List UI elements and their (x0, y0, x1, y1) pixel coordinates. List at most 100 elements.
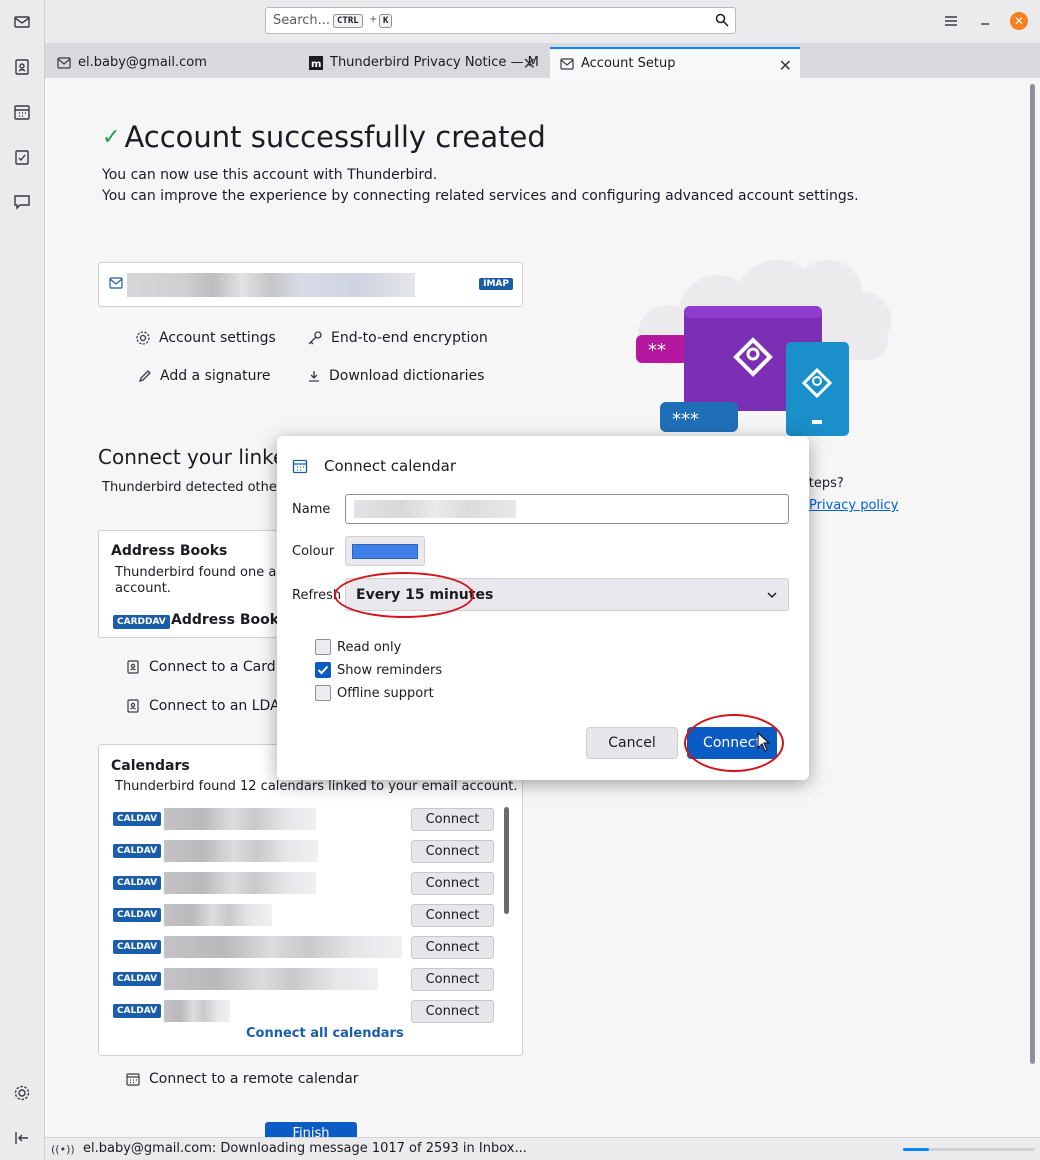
colour-picker-button[interactable] (345, 536, 425, 566)
redacted-calendar-name (164, 808, 316, 830)
connect-remote-calendar-label: Connect to a remote calendar (149, 1071, 359, 1087)
connect-calendar-button[interactable]: Connect (411, 936, 494, 959)
connect-carddav-link[interactable]: Connect to a CardD (126, 659, 286, 675)
redacted-calendar-name (164, 968, 378, 990)
address-book-icon (15, 59, 29, 75)
connect-ldap-link[interactable]: Connect to an LDAP (126, 698, 288, 714)
calendar-icon (292, 458, 308, 478)
chat-space-button[interactable] (11, 191, 33, 213)
caldav-badge: CALDAV (113, 1004, 162, 1018)
calendar-list-scrollbar[interactable] (504, 807, 509, 914)
show-reminders-label: Show reminders (337, 662, 443, 678)
redacted-calendar-name (164, 936, 402, 958)
minimize-icon (981, 23, 989, 25)
redacted-account-name (127, 273, 415, 297)
download-icon (307, 369, 321, 383)
dialog-title: Connect calendar (324, 457, 457, 475)
tab-privacy-notice[interactable]: m Thunderbird Privacy Notice — M ✕ (299, 47, 544, 78)
caldav-badge: CALDAV (113, 908, 162, 922)
success-message: You can now use this account with Thunde… (102, 167, 438, 183)
address-books-text-2: account. (115, 581, 171, 596)
mail-space-button[interactable] (11, 11, 33, 33)
connect-calendar-button[interactable]: Connect (411, 1000, 494, 1023)
chat-icon (14, 195, 30, 210)
close-window-button[interactable]: ✕ (1010, 12, 1028, 30)
account-settings-link[interactable]: Account settings (135, 330, 276, 346)
close-tab-icon[interactable]: ✕ (523, 54, 536, 73)
tasks-space-button[interactable] (11, 146, 33, 168)
tab-label: el.baby@gmail.com (78, 55, 207, 70)
global-search-box[interactable]: Search... CTRL + K (265, 7, 736, 34)
redacted-calendar-name (164, 1000, 230, 1022)
calendar-space-button[interactable] (11, 101, 33, 123)
read-only-checkbox-row[interactable]: Read only (315, 639, 401, 655)
offline-support-checkbox[interactable] (315, 685, 331, 701)
connect-ldap-label: Connect to an LDAP (149, 698, 289, 714)
add-signature-link[interactable]: Add a signature (138, 368, 271, 384)
end-to-end-encryption-link[interactable]: End-to-end encryption (307, 330, 488, 346)
offline-support-label: Offline support (337, 685, 434, 701)
connect-all-calendars-link[interactable]: Connect all calendars (246, 1026, 404, 1041)
calendar-icon (126, 1072, 140, 1086)
mozilla-icon: m (309, 55, 323, 70)
hamburger-icon (945, 16, 957, 26)
svg-text:***: *** (672, 409, 699, 430)
spaces-toolbar (0, 0, 45, 1160)
online-status-icon[interactable]: ((•)) (51, 1143, 75, 1156)
add-signature-label: Add a signature (160, 368, 271, 384)
mail-icon (109, 277, 123, 293)
read-only-checkbox[interactable] (315, 639, 331, 655)
download-progress-fill (903, 1148, 930, 1151)
page-title: ✓ Account successfully created (102, 120, 546, 154)
show-reminders-checkbox-row[interactable]: Show reminders (315, 662, 442, 678)
connect-calendar-button[interactable]: Connect (411, 872, 494, 895)
gear-icon (14, 1085, 30, 1101)
tasks-icon (15, 150, 29, 165)
offline-support-checkbox-row[interactable]: Offline support (315, 685, 434, 701)
minimize-button[interactable] (976, 12, 994, 30)
page-scrollbar[interactable] (1030, 84, 1035, 1064)
calendar-name-input[interactable] (345, 494, 789, 524)
key-icon (307, 330, 323, 346)
close-tab-icon[interactable]: ✕ (779, 56, 792, 75)
search-placeholder: Search... (273, 13, 331, 28)
download-dictionaries-link[interactable]: Download dictionaries (307, 368, 484, 384)
colour-label: Colour (292, 544, 335, 559)
tab-inbox[interactable]: el.baby@gmail.com (47, 47, 292, 78)
e2e-label: End-to-end encryption (331, 330, 488, 346)
connect-carddav-label: Connect to a CardD (149, 659, 287, 675)
title-bar: Search... CTRL + K ✕ (45, 0, 1040, 43)
imap-badge: IMAP (479, 278, 513, 290)
settings-button[interactable] (11, 1082, 33, 1104)
page-title-text: Account successfully created (124, 120, 546, 154)
tab-label: Account Setup (581, 56, 676, 71)
connect-calendar-button[interactable]: Connect (411, 840, 494, 863)
read-only-label: Read only (337, 639, 402, 655)
refresh-label: Refresh (292, 588, 342, 603)
address-books-text: Thunderbird found one add (115, 565, 293, 580)
detected-services-text: Thunderbird detected other s (102, 480, 294, 495)
svg-text:m: m (311, 59, 321, 70)
mouse-cursor-icon (757, 732, 771, 752)
account-card: IMAP (98, 262, 523, 307)
privacy-policy-link[interactable]: Privacy policy (809, 498, 898, 513)
collapse-spaces-button[interactable] (11, 1127, 33, 1149)
redacted-calendar-name (354, 500, 516, 518)
status-bar: ((•)) el.baby@gmail.com: Downloading mes… (45, 1137, 1040, 1160)
shortcut-key-k: K (379, 14, 393, 28)
connect-calendar-button[interactable]: Connect (411, 808, 494, 831)
connect-calendar-button[interactable]: Connect (411, 904, 494, 927)
finish-button[interactable]: Finish (265, 1122, 357, 1137)
connect-calendar-button[interactable]: Connect (411, 968, 494, 991)
address-book-space-button[interactable] (11, 56, 33, 78)
tab-account-setup[interactable]: Account Setup ✕ (550, 47, 800, 78)
search-icon[interactable] (715, 13, 729, 31)
svg-text:**: ** (648, 340, 666, 361)
checkmark-icon (317, 665, 329, 675)
improve-message: You can improve the experience by connec… (102, 188, 859, 204)
connect-remote-calendar-link[interactable]: Connect to a remote calendar (126, 1071, 359, 1087)
cancel-button[interactable]: Cancel (586, 727, 678, 759)
show-reminders-checkbox[interactable] (315, 662, 331, 678)
refresh-interval-select[interactable]: Every 15 minutes (345, 578, 789, 611)
app-menu-button[interactable] (942, 12, 960, 30)
